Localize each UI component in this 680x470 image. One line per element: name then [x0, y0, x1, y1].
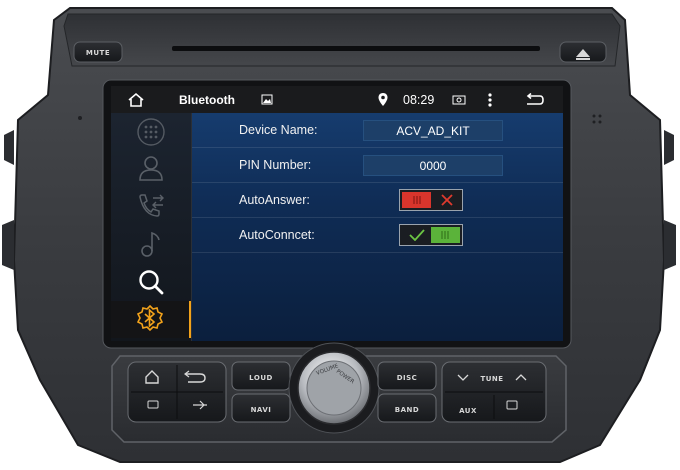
navi-button[interactable] — [232, 394, 290, 422]
screen-off-button[interactable] — [495, 393, 545, 421]
toggle-knob — [402, 192, 431, 208]
sidebar-item-bluetooth-settings[interactable] — [111, 301, 191, 338]
check-icon — [402, 227, 431, 243]
home-icon[interactable] — [127, 86, 145, 113]
screenshot-icon[interactable] — [452, 86, 466, 113]
auto-connect-label: AutoConncet: — [239, 228, 315, 242]
volume-power-knob[interactable] — [298, 352, 370, 424]
pin-number-row: PIN Number: 0000 — [192, 148, 563, 183]
sidebar-item-search[interactable] — [111, 263, 191, 300]
eject-button[interactable] — [560, 42, 606, 62]
back-hard-button[interactable] — [178, 363, 225, 391]
device-name-label: Device Name: — [239, 123, 318, 137]
touchscreen: Bluetooth 08:29 Device Name: ACV_AD_KIT … — [111, 86, 563, 341]
sidebar-item-dialpad[interactable] — [111, 113, 191, 150]
mute-button[interactable] — [74, 42, 122, 62]
contacts-icon — [139, 155, 163, 181]
band-button[interactable] — [378, 394, 436, 422]
device-name-field[interactable]: ACV_AD_KIT — [363, 120, 503, 141]
auto-answer-row: AutoAnswer: — [192, 183, 563, 218]
sidebar-item-contacts[interactable] — [111, 149, 191, 186]
overflow-menu-icon[interactable] — [488, 86, 492, 113]
gallery-icon — [261, 86, 273, 113]
bluetooth-settings-panel: Device Name: ACV_AD_KIT PIN Number: 0000… — [192, 113, 563, 341]
sidebar-item-call-log[interactable] — [111, 187, 191, 224]
clock: 08:29 — [403, 92, 435, 107]
back-icon[interactable] — [524, 86, 544, 113]
pin-number-label: PIN Number: — [239, 158, 312, 172]
disc-button[interactable] — [378, 362, 436, 390]
dialpad-icon — [137, 117, 165, 146]
auto-connect-row: AutoConncet: — [192, 218, 563, 253]
usb-hard-button[interactable] — [178, 393, 225, 421]
sidebar-item-music[interactable] — [111, 225, 191, 262]
car-head-unit: MUTE LOUD NAVI DISC BAND TUNE AUX VOLUME… — [0, 0, 680, 470]
bluetooth-settings-icon — [136, 304, 164, 331]
device-name-row: Device Name: ACV_AD_KIT — [192, 113, 563, 148]
bluetooth-sidebar — [111, 113, 192, 341]
tune-up-button[interactable] — [494, 363, 545, 391]
aux-button[interactable] — [443, 393, 493, 421]
close-icon — [432, 192, 461, 208]
auto-answer-toggle[interactable] — [399, 189, 463, 211]
phone-hard-button[interactable] — [129, 393, 176, 421]
home-hard-button[interactable] — [129, 363, 176, 391]
music-icon — [141, 231, 160, 257]
app-title: Bluetooth — [179, 92, 235, 107]
status-bar: Bluetooth 08:29 — [111, 86, 563, 113]
call-log-icon — [139, 193, 164, 217]
pin-number-field[interactable]: 0000 — [363, 155, 503, 176]
auto-answer-label: AutoAnswer: — [239, 193, 310, 207]
toggle-knob — [431, 227, 460, 243]
loud-button[interactable] — [232, 362, 290, 390]
search-icon — [139, 269, 164, 294]
auto-connect-toggle[interactable] — [399, 224, 463, 246]
tune-down-button[interactable] — [443, 363, 493, 391]
location-pin-icon — [377, 86, 389, 113]
